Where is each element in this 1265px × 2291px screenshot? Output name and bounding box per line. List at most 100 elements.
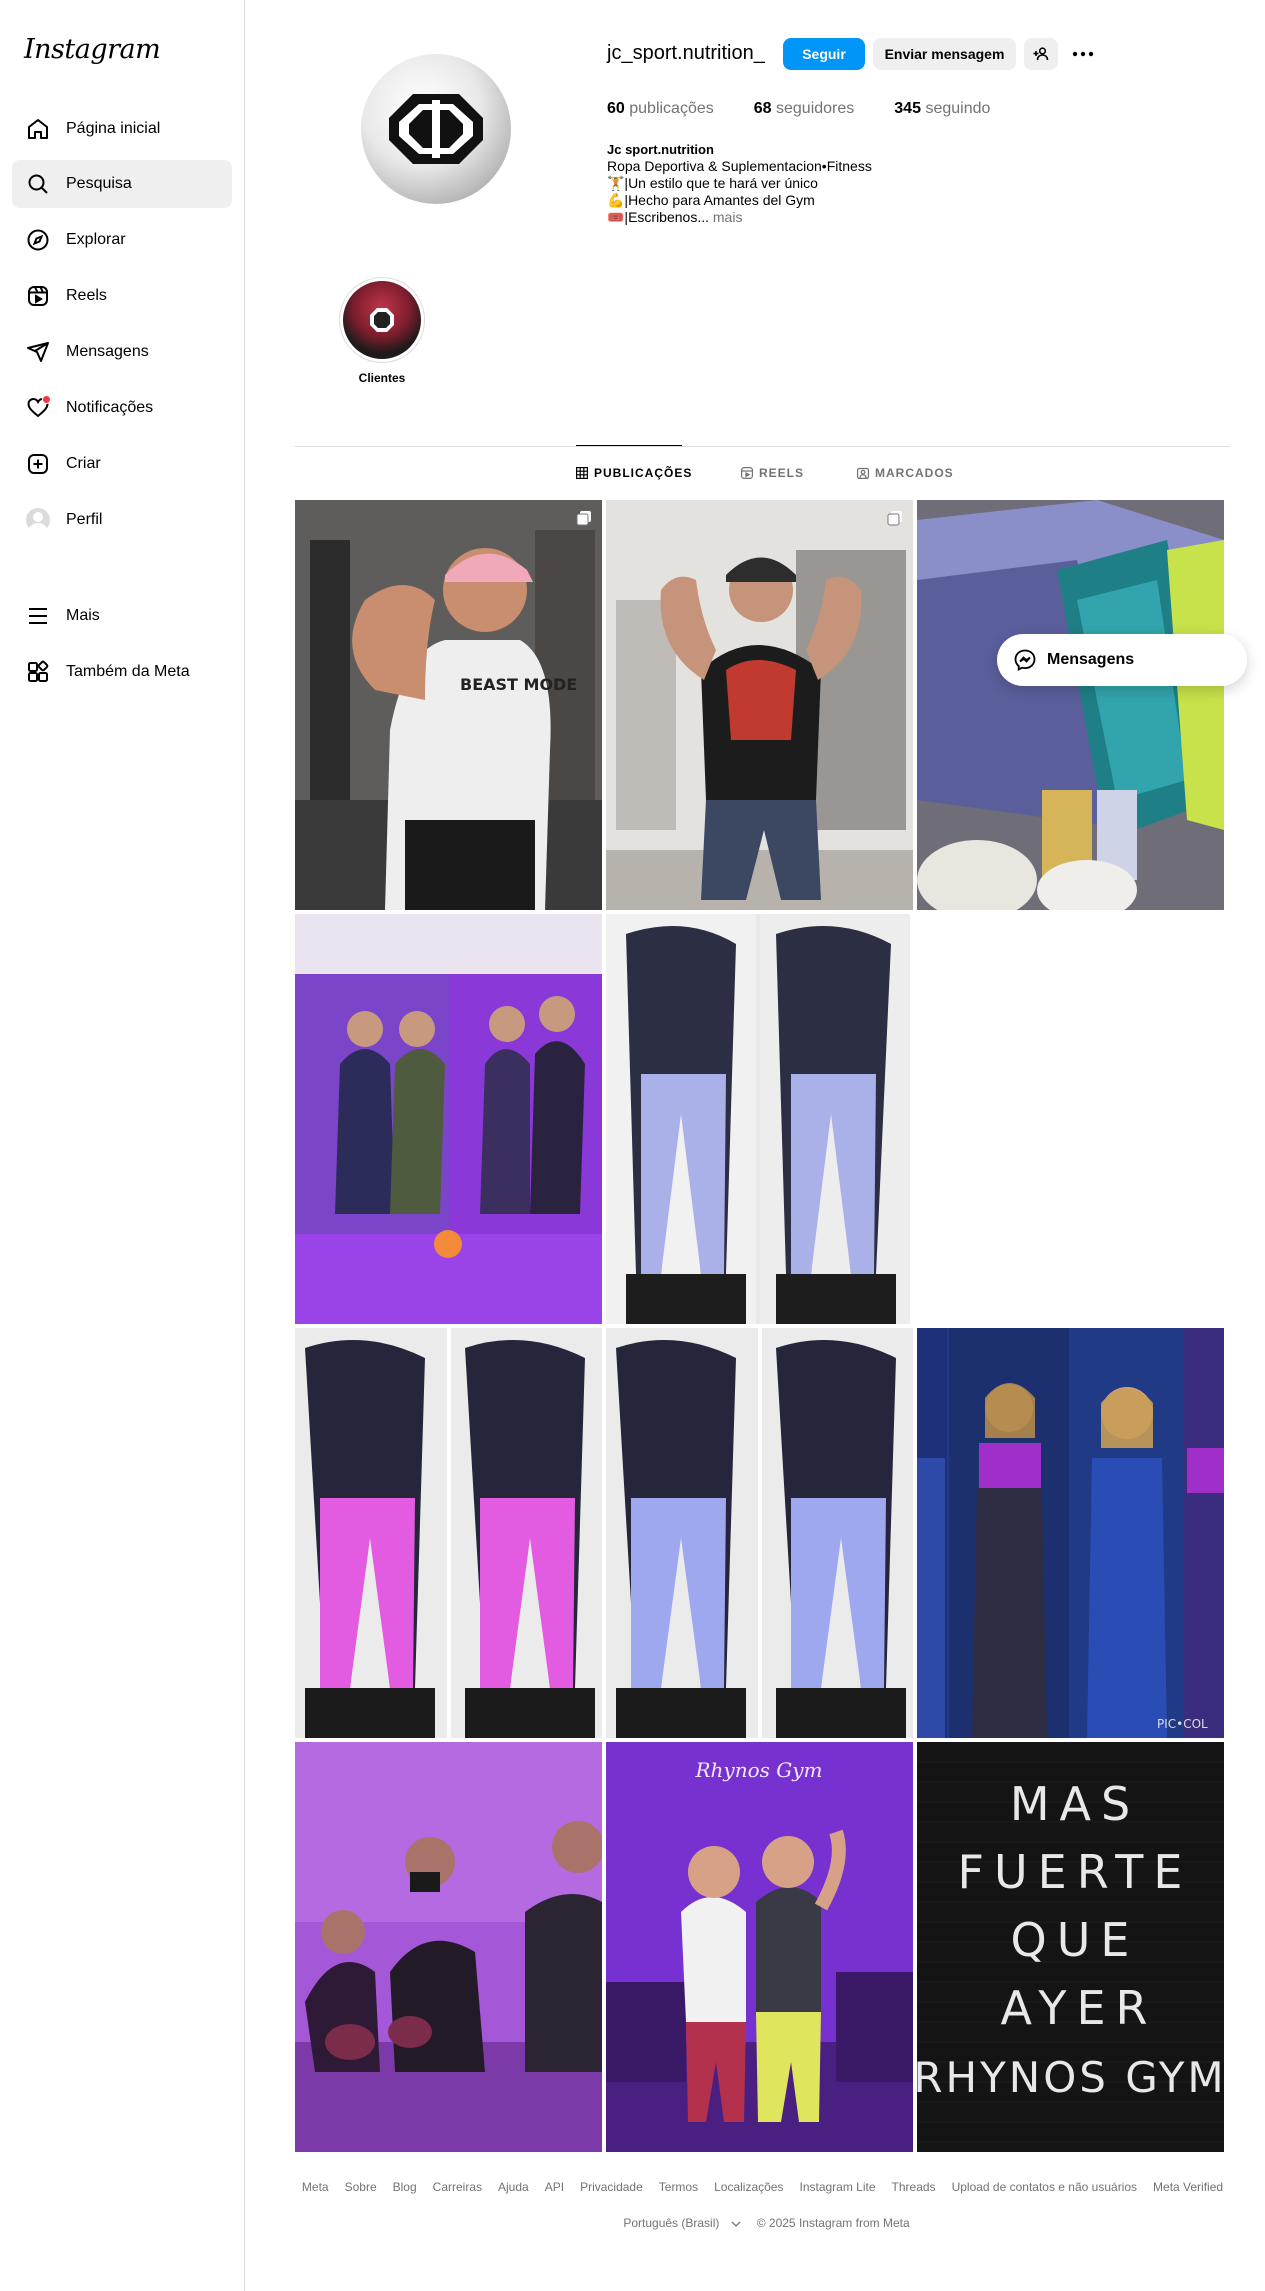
footer-link[interactable]: Meta Verified [1153,2180,1223,2194]
post-image: MAS FUERTE QUE AYER RHYNOS GYM [917,1742,1224,2152]
collage-watermark: PIC•COL [1157,1717,1208,1731]
sidebar-item-label: Explorar [66,231,126,248]
following-count[interactable]: 345 seguindo [894,100,990,118]
post-women-purple-gym[interactable] [295,914,602,1324]
compass-icon [24,226,52,254]
messenger-icon [24,338,52,366]
sidebar-item-profile[interactable]: Perfil [12,496,232,544]
sidebar-item-home[interactable]: Página inicial [12,105,232,153]
instagram-logo[interactable]: Instagram [24,34,161,65]
post-letterboard-quote[interactable]: MAS FUERTE QUE AYER RHYNOS GYM [917,1742,1224,2152]
post-image [295,914,602,1324]
tab-posts[interactable]: PUBLICAÇÕES [576,466,692,480]
post-man-red-shirt-gym[interactable] [606,500,913,910]
highlight-cover [343,281,421,359]
bio-line: 🎟️|Escribenos... [607,209,709,225]
bio-name: Jc sport.nutrition [607,142,714,157]
post-image [295,1742,602,2152]
post-women-sports-collage[interactable]: PIC•COL [917,1328,1224,1738]
floating-messages-label: Mensagens [1047,651,1135,668]
home-icon [24,115,52,143]
more-dots-icon [1072,51,1094,57]
sidebar-item-label: Reels [66,287,107,304]
post-leggings-pile[interactable] [917,500,1224,910]
post-group-selfie-gym[interactable] [295,1742,602,2152]
footer-link[interactable]: Upload de contatos e não usuários [952,2180,1137,2194]
footer-link[interactable]: Instagram Lite [799,2180,875,2194]
profile-stats: 60 publicações 68 seguidores 345 seguind… [607,100,1030,118]
footer-link[interactable]: Ajuda [498,2180,529,2194]
reels-icon [741,467,753,479]
messenger-icon [1013,648,1037,672]
post-leggings-pink-tiedye[interactable] [295,1328,602,1738]
jc-logo [370,308,394,332]
suggest-similar-button[interactable] [1024,38,1058,70]
post-tiedye-leggings-lavender-teal[interactable] [606,914,913,1324]
footer-link[interactable]: Carreiras [433,2180,482,2194]
profile-bio: Jc sport.nutrition Ropa Deportiva & Supl… [607,141,872,226]
footer-link[interactable]: Termos [659,2180,698,2194]
sidebar-item-label: Página inicial [66,120,161,137]
letterboard-line: MAS [1010,1777,1140,1831]
options-button[interactable] [1068,38,1098,70]
post-image [606,1328,913,1738]
footer-link[interactable]: Meta [302,2180,329,2194]
follow-button[interactable]: Seguir [783,38,865,70]
bio-more-link[interactable]: mais [713,209,743,225]
sidebar-item-label: Criar [66,455,101,472]
tab-tagged[interactable]: MARCADOS [857,466,954,480]
letterboard-line: QUE [1011,1913,1140,1967]
sidebar-item-label: Pesquisa [66,175,132,192]
footer-link[interactable]: Localizações [714,2180,783,2194]
footer-link[interactable]: Privacidade [580,2180,643,2194]
post-image [606,500,913,910]
plus-square-icon [24,450,52,478]
sidebar-item-notifications[interactable]: Notificações [12,384,232,432]
post-image [295,1328,602,1738]
bio-line: 💪|Hecho para Amantes del Gym [607,192,815,208]
meta-apps-icon [24,658,52,686]
floating-messages-button[interactable]: Mensagens [997,634,1247,686]
footer-link[interactable]: Blog [393,2180,417,2194]
post-leggings-lavender[interactable] [606,1328,913,1738]
highlight-ring [339,277,425,363]
tabs-divider [295,446,1230,447]
sidebar-item-search[interactable]: Pesquisa [12,160,232,208]
footer-link[interactable]: API [545,2180,564,2194]
footer-link[interactable]: Threads [892,2180,936,2194]
followers-count[interactable]: 68 seguidores [754,100,855,118]
svg-text:BEAST MODE: BEAST MODE [460,675,577,694]
sidebar-item-create[interactable]: Criar [12,440,232,488]
posts-count: 60 publicações [607,100,714,117]
sidebar-item-also-from-meta[interactable]: Também da Meta [12,648,232,696]
notification-badge [42,395,51,404]
post-image: BEAST MODE [295,500,602,910]
sidebar-item-label: Mensagens [66,343,149,360]
tab-reels[interactable]: REELS [741,466,804,480]
story-highlight[interactable]: Clientes [339,277,425,385]
send-message-button[interactable]: Enviar mensagem [873,38,1016,70]
letterboard-line: RHYNOS GYM [917,2053,1224,2102]
post-man-pink-cap[interactable]: BEAST MODE [295,500,602,910]
sidebar-item-reels[interactable]: Reels [12,272,232,320]
profile-username: jc_sport.nutrition_ [607,42,765,64]
sidebar-item-more[interactable]: Mais [12,592,232,640]
bio-line: Ropa Deportiva & Suplementacion•Fitness [607,158,872,174]
post-two-women-gym-sign[interactable]: Rhynos Gym [606,1742,913,2152]
search-icon [24,170,52,198]
heart-icon [24,394,52,422]
profile-picture[interactable] [361,54,511,204]
reels-icon [24,282,52,310]
tab-label: REELS [759,466,805,480]
bio-line: 🏋️|Un estilo que te hará ver único [607,175,818,191]
post-image [606,914,913,1324]
post-image: Rhynos Gym [606,1742,913,2152]
sidebar-item-explore[interactable]: Explorar [12,216,232,264]
menu-icon [24,602,52,630]
sidebar-item-messages[interactable]: Mensagens [12,328,232,376]
multi-photo-icon [576,511,591,526]
footer-bottom: Português (Brasil) © 2025 Instagram from… [295,2216,1230,2230]
footer-link[interactable]: Sobre [345,2180,377,2194]
language-selector[interactable]: Português (Brasil) [615,2216,741,2230]
post-image: PIC•COL [917,1328,1224,1738]
